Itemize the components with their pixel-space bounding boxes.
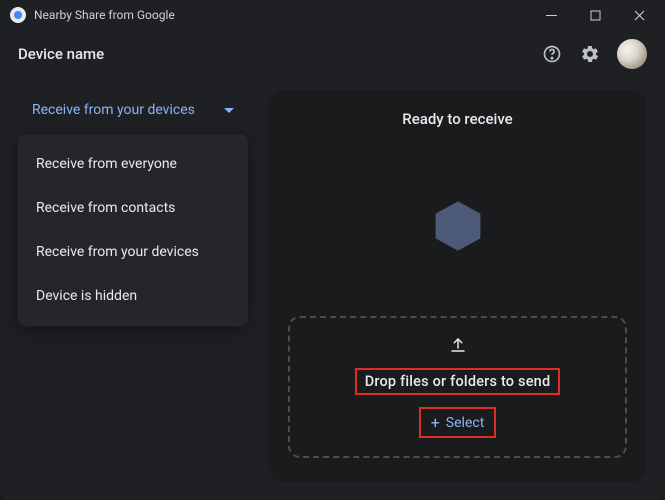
titlebar: Nearby Share from Google xyxy=(0,0,665,30)
dropzone-text: Drop files or folders to send xyxy=(355,368,561,395)
option-hidden[interactable]: Device is hidden xyxy=(18,274,248,318)
device-indicator xyxy=(430,178,486,316)
receive-panel: Ready to receive Drop files or folders t… xyxy=(268,90,647,482)
content: Receive from your devices Receive from e… xyxy=(0,78,665,500)
dropdown-trigger-label: Receive from your devices xyxy=(32,102,195,118)
window-controls xyxy=(529,0,661,30)
plus-icon: + xyxy=(431,413,440,432)
option-label: Device is hidden xyxy=(36,288,137,304)
option-everyone[interactable]: Receive from everyone xyxy=(18,142,248,186)
upload-icon xyxy=(449,336,467,358)
avatar[interactable] xyxy=(617,39,647,69)
header-actions xyxy=(541,39,647,69)
option-label: Receive from your devices xyxy=(36,244,199,260)
header: Device name xyxy=(0,30,665,78)
receive-title: Ready to receive xyxy=(402,110,512,128)
app-icon xyxy=(10,7,26,23)
option-contacts[interactable]: Receive from contacts xyxy=(18,186,248,230)
visibility-panel: Receive from your devices Receive from e… xyxy=(18,90,248,482)
hexagon-icon xyxy=(430,198,486,254)
minimize-button[interactable] xyxy=(529,0,573,30)
visibility-dropdown-menu: Receive from everyone Receive from conta… xyxy=(18,134,248,326)
maximize-button[interactable] xyxy=(573,0,617,30)
titlebar-title: Nearby Share from Google xyxy=(34,8,529,22)
select-button[interactable]: + Select xyxy=(419,407,497,438)
visibility-dropdown-trigger[interactable]: Receive from your devices xyxy=(18,90,248,130)
help-icon[interactable] xyxy=(541,43,563,65)
chevron-down-icon xyxy=(224,102,234,118)
option-label: Receive from everyone xyxy=(36,156,177,172)
app-window: Nearby Share from Google Device name xyxy=(0,0,665,500)
gear-icon[interactable] xyxy=(579,43,601,65)
dropzone[interactable]: Drop files or folders to send + Select xyxy=(288,316,627,458)
option-your-devices[interactable]: Receive from your devices xyxy=(18,230,248,274)
device-name-label: Device name xyxy=(18,45,541,63)
select-label: Select xyxy=(446,415,484,431)
option-label: Receive from contacts xyxy=(36,200,175,216)
close-button[interactable] xyxy=(617,0,661,30)
